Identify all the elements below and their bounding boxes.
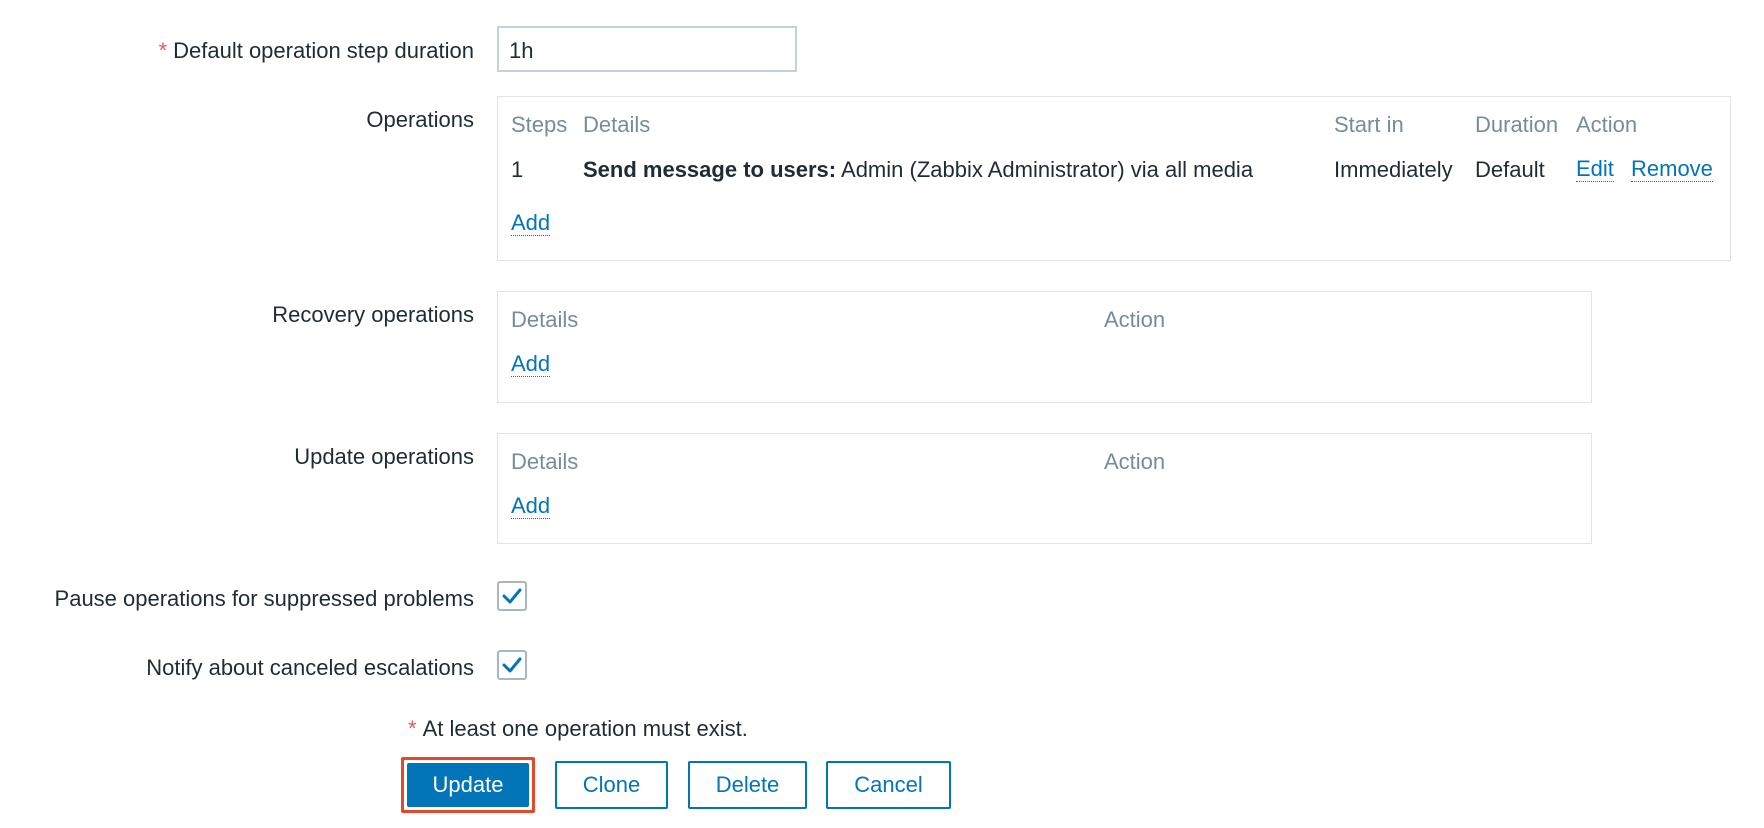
remove-operation-link[interactable]: Remove	[1631, 157, 1713, 182]
edit-operation-link[interactable]: Edit	[1576, 157, 1614, 182]
required-mark: *	[408, 716, 417, 741]
col-header-action: Action	[1576, 112, 1638, 137]
recovery-operations-panel	[497, 291, 1592, 403]
operation-start-in: Immediately	[1334, 157, 1453, 182]
step-duration-input[interactable]: 1h	[497, 26, 797, 72]
operations-label: Operations	[366, 107, 474, 132]
step-duration-label: * Default operation step duration	[159, 38, 474, 64]
checkmark-icon	[502, 588, 522, 604]
operation-details: Send message to users: Admin (Zabbix Adm…	[583, 157, 1253, 183]
required-mark: *	[158, 38, 168, 63]
operation-required-warning: * At least one operation must exist.	[408, 716, 748, 742]
col-header-steps: Steps	[511, 112, 568, 137]
pause-suppressed-checkbox[interactable]	[497, 581, 527, 611]
add-update-operation-link[interactable]: Add	[511, 494, 551, 519]
operation-details-type: Send message to users:	[583, 157, 837, 182]
update-button[interactable]: Update	[407, 763, 529, 807]
operation-duration: Default	[1475, 157, 1545, 182]
cancel-button[interactable]: Cancel	[826, 761, 951, 809]
add-operation-link[interactable]: Add	[511, 211, 551, 236]
update-col-header-action: Action	[1104, 449, 1166, 474]
col-header-details: Details	[583, 112, 651, 137]
recovery-operations-label: Recovery operations	[272, 302, 474, 327]
warning-text: At least one operation must exist.	[422, 716, 748, 741]
pause-suppressed-label: Pause operations for suppressed problems	[54, 586, 474, 611]
recovery-col-header-action: Action	[1104, 307, 1166, 332]
checkmark-icon	[502, 657, 522, 673]
recovery-col-header-details: Details	[511, 307, 579, 332]
delete-button[interactable]: Delete	[688, 761, 807, 809]
update-operations-panel	[497, 433, 1592, 544]
operation-step: 1	[511, 157, 524, 182]
clone-button[interactable]: Clone	[555, 761, 668, 809]
notify-canceled-checkbox[interactable]	[497, 650, 527, 680]
notify-canceled-label: Notify about canceled escalations	[146, 655, 474, 680]
col-header-duration: Duration	[1475, 112, 1559, 137]
update-operations-label: Update operations	[294, 444, 474, 469]
col-header-start-in: Start in	[1334, 112, 1404, 137]
update-col-header-details: Details	[511, 449, 579, 474]
operation-details-target: Admin (Zabbix Administrator) via all med…	[841, 157, 1254, 182]
add-recovery-operation-link[interactable]: Add	[511, 352, 551, 377]
step-duration-label-text: Default operation step duration	[173, 38, 474, 63]
